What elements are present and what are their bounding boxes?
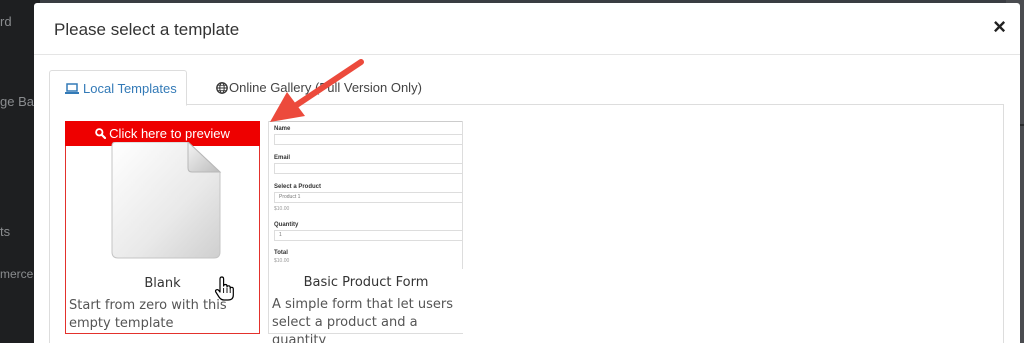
modal-header: Please select a template × — [34, 3, 1020, 55]
template-thumbnail: Name Email Select a Product Product 1 $1… — [269, 121, 463, 269]
template-card-basic-product-form[interactable]: Name Email Select a Product Product 1 $1… — [268, 121, 463, 343]
template-select-modal: Please select a template × Local Templat… — [34, 3, 1020, 343]
template-title: Blank — [144, 276, 181, 291]
search-icon — [95, 128, 107, 140]
thumbnail-input — [274, 134, 462, 145]
thumbnail-field-label: Total — [274, 250, 288, 256]
laptop-icon — [65, 83, 79, 94]
background-text: ts — [0, 224, 11, 239]
thumbnail-field-label: Name — [274, 126, 291, 132]
close-icon[interactable]: × — [993, 16, 1006, 38]
thumbnail-input — [274, 163, 462, 174]
background-text: rd — [0, 14, 12, 29]
template-tabs: Local Templates Online Gallery (Full Ver… — [49, 70, 1004, 106]
thumbnail-field-label: Quantity — [274, 222, 299, 228]
template-description: Start from zero with this empty template — [69, 298, 227, 331]
template-card-blank[interactable]: Click here to preview Blank Start from z… — [65, 121, 260, 334]
local-templates-pane: Click here to preview Blank Start from z… — [49, 105, 1004, 343]
thumbnail-input: 1 — [274, 230, 462, 241]
template-description: A simple form that let users select a pr… — [272, 297, 454, 343]
thumbnail-field-label: Select a Product — [274, 184, 322, 190]
preview-label: Click here to preview — [109, 126, 230, 141]
thumbnail-field-label: Email — [274, 155, 291, 161]
template-title: Basic Product Form — [303, 275, 429, 290]
background-text: merce — [0, 267, 34, 281]
thumbnail-price: $10.00 — [274, 206, 290, 212]
modal-title: Please select a template — [54, 20, 240, 39]
globe-icon — [216, 82, 228, 94]
tab-online-gallery[interactable]: Online Gallery (Full Version Only) — [201, 70, 437, 106]
blank-document-icon — [111, 142, 222, 259]
tab-label: Local Templates — [83, 81, 177, 96]
thumbnail-select: Product 1 — [274, 192, 462, 203]
tab-local-templates[interactable]: Local Templates — [49, 70, 187, 106]
tab-label: Online Gallery (Full Version Only) — [229, 80, 422, 95]
thumbnail-border — [269, 121, 462, 122]
thumbnail-price: $10.00 — [274, 258, 290, 264]
